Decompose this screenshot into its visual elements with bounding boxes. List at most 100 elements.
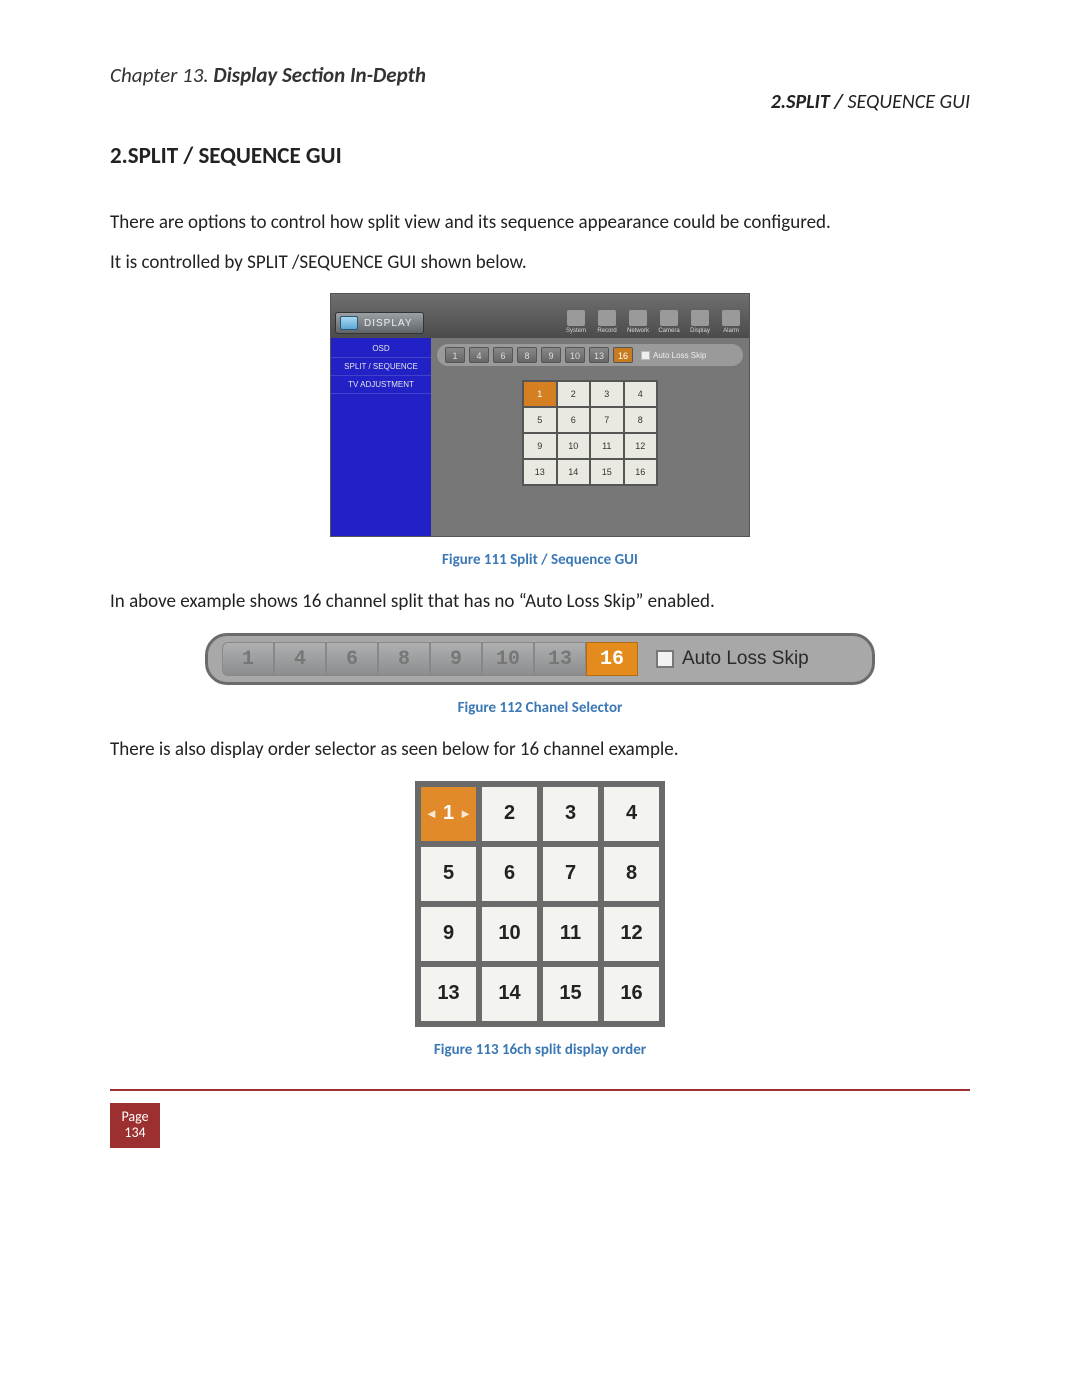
chevron-right-icon: ► bbox=[459, 806, 472, 821]
grid-cell[interactable]: 8 bbox=[604, 847, 659, 901]
nav-network[interactable]: Network bbox=[624, 310, 652, 334]
section-title: 2.SPLIT / SEQUENCE GUI bbox=[110, 142, 970, 170]
figure-112-caption: Figure 112 Chanel Selector bbox=[110, 699, 970, 717]
grid-cell[interactable]: 12 bbox=[625, 434, 657, 458]
running-head-rest: SEQUENCE GUI bbox=[843, 90, 970, 114]
grid-cell[interactable]: 1 bbox=[524, 382, 556, 406]
grid-cell[interactable]: 16 bbox=[604, 967, 659, 1021]
top-nav: System Record Network Camera Display Ala… bbox=[562, 310, 745, 336]
record-icon bbox=[598, 310, 616, 326]
dvr-main: 1 4 6 8 9 10 13 16 Auto Loss Skip bbox=[431, 338, 749, 536]
paragraph-4: There is also display order selector as … bbox=[110, 737, 970, 763]
alarm-icon bbox=[722, 310, 740, 326]
auto-loss-skip-small[interactable]: Auto Loss Skip bbox=[641, 351, 706, 360]
display-order-grid-small: 1 2 3 4 5 6 7 8 9 10 11 12 13 14 bbox=[522, 380, 658, 486]
grid-cell[interactable]: 9 bbox=[524, 434, 556, 458]
cs-6[interactable]: 6 bbox=[326, 642, 378, 676]
cs-4[interactable]: 4 bbox=[274, 642, 326, 676]
grid-cell[interactable]: 11 bbox=[591, 434, 623, 458]
grid-cell[interactable]: 8 bbox=[625, 408, 657, 432]
paragraph-2: It is controlled by SPLIT /SEQUENCE GUI … bbox=[110, 250, 970, 276]
camera-icon bbox=[660, 310, 678, 326]
grid-cell[interactable]: 4 bbox=[625, 382, 657, 406]
grid-cell[interactable]: 2 bbox=[558, 382, 590, 406]
grid-cell[interactable]: 7 bbox=[543, 847, 598, 901]
grid-cell[interactable]: ◄ 1 ► bbox=[421, 787, 476, 841]
sel-9[interactable]: 9 bbox=[541, 347, 561, 363]
grid-cell[interactable]: 15 bbox=[591, 460, 623, 484]
page-label: Page bbox=[110, 1109, 160, 1126]
cs-8[interactable]: 8 bbox=[378, 642, 430, 676]
sidebar: OSD SPLIT / SEQUENCE TV ADJUSTMENT bbox=[331, 338, 431, 536]
display-icon bbox=[691, 310, 709, 326]
figure-113-caption: Figure 113 16ch split display order bbox=[110, 1041, 970, 1059]
grid-cell[interactable]: 12 bbox=[604, 907, 659, 961]
grid-cell[interactable]: 15 bbox=[543, 967, 598, 1021]
sidebar-item-tv-adjustment[interactable]: TV ADJUSTMENT bbox=[331, 376, 431, 394]
sel-1[interactable]: 1 bbox=[445, 347, 465, 363]
cs-9[interactable]: 9 bbox=[430, 642, 482, 676]
system-icon bbox=[567, 310, 585, 326]
chapter-name: Display Section In-Depth bbox=[213, 62, 426, 88]
auto-loss-skip-large[interactable]: Auto Loss Skip bbox=[656, 648, 809, 670]
sel-6[interactable]: 6 bbox=[493, 347, 513, 363]
nav-system[interactable]: System bbox=[562, 310, 590, 334]
grid-cell[interactable]: 6 bbox=[558, 408, 590, 432]
paragraph-3: In above example shows 16 channel split … bbox=[110, 589, 970, 615]
running-head-bold: 2.SPLIT / bbox=[771, 90, 843, 114]
display-order-grid-large: ◄ 1 ► 2 3 4 5 6 7 8 9 10 11 12 13 14 15 … bbox=[415, 781, 665, 1027]
nav-camera[interactable]: Camera bbox=[655, 310, 683, 334]
sel-13[interactable]: 13 bbox=[589, 347, 609, 363]
channel-selector-large: 1 4 6 8 9 10 13 16 Auto Loss Skip bbox=[205, 633, 875, 685]
chapter-prefix: Chapter 13. bbox=[110, 62, 209, 88]
chevron-left-icon: ◄ bbox=[425, 806, 438, 821]
grid-cell[interactable]: 4 bbox=[604, 787, 659, 841]
sel-10[interactable]: 10 bbox=[565, 347, 585, 363]
grid-cell[interactable]: 14 bbox=[482, 967, 537, 1021]
network-icon bbox=[629, 310, 647, 326]
grid-cell[interactable]: 2 bbox=[482, 787, 537, 841]
running-head: 2.SPLIT / SEQUENCE GUI bbox=[110, 90, 970, 114]
display-tab[interactable]: DISPLAY bbox=[335, 312, 424, 334]
display-tab-label: DISPLAY bbox=[364, 318, 413, 329]
dvr-screenshot: DISPLAY System Record Network Camera Dis… bbox=[330, 293, 750, 537]
cs-10[interactable]: 10 bbox=[482, 642, 534, 676]
footer-rule bbox=[110, 1089, 970, 1091]
grid-cell[interactable]: 7 bbox=[591, 408, 623, 432]
nav-record[interactable]: Record bbox=[593, 310, 621, 334]
grid-cell[interactable]: 16 bbox=[625, 460, 657, 484]
checkbox-icon[interactable] bbox=[656, 650, 674, 668]
grid-cell[interactable]: 3 bbox=[543, 787, 598, 841]
sel-16[interactable]: 16 bbox=[613, 347, 633, 363]
grid-cell[interactable]: 11 bbox=[543, 907, 598, 961]
sel-8[interactable]: 8 bbox=[517, 347, 537, 363]
nav-display[interactable]: Display bbox=[686, 310, 714, 334]
grid-cell[interactable]: 10 bbox=[558, 434, 590, 458]
sidebar-item-osd[interactable]: OSD bbox=[331, 340, 431, 358]
grid-cell[interactable]: 13 bbox=[421, 967, 476, 1021]
grid-cell[interactable]: 6 bbox=[482, 847, 537, 901]
grid-cell[interactable]: 9 bbox=[421, 907, 476, 961]
sel-4[interactable]: 4 bbox=[469, 347, 489, 363]
grid-cell[interactable]: 10 bbox=[482, 907, 537, 961]
grid-cell[interactable]: 3 bbox=[591, 382, 623, 406]
page-number-tag: Page 134 bbox=[110, 1103, 160, 1149]
als-label: Auto Loss Skip bbox=[653, 351, 706, 360]
grid-cell[interactable]: 5 bbox=[421, 847, 476, 901]
grid-cell[interactable]: 13 bbox=[524, 460, 556, 484]
page-number: 134 bbox=[110, 1125, 160, 1142]
paragraph-1: There are options to control how split v… bbox=[110, 210, 970, 236]
nav-alarm[interactable]: Alarm bbox=[717, 310, 745, 334]
grid-cell[interactable]: 14 bbox=[558, 460, 590, 484]
grid-cell[interactable]: 5 bbox=[524, 408, 556, 432]
cs-16[interactable]: 16 bbox=[586, 642, 638, 676]
als-label: Auto Loss Skip bbox=[682, 648, 809, 670]
channel-selector-small: 1 4 6 8 9 10 13 16 Auto Loss Skip bbox=[437, 344, 743, 366]
sidebar-item-split-sequence[interactable]: SPLIT / SEQUENCE bbox=[331, 358, 431, 376]
monitor-icon bbox=[340, 316, 358, 330]
cs-1[interactable]: 1 bbox=[222, 642, 274, 676]
cs-13[interactable]: 13 bbox=[534, 642, 586, 676]
chapter-title: Chapter 13. Display Section In-Depth bbox=[110, 62, 970, 88]
checkbox-icon[interactable] bbox=[641, 351, 650, 360]
figure-111-caption: Figure 111 Split / Sequence GUI bbox=[110, 551, 970, 569]
